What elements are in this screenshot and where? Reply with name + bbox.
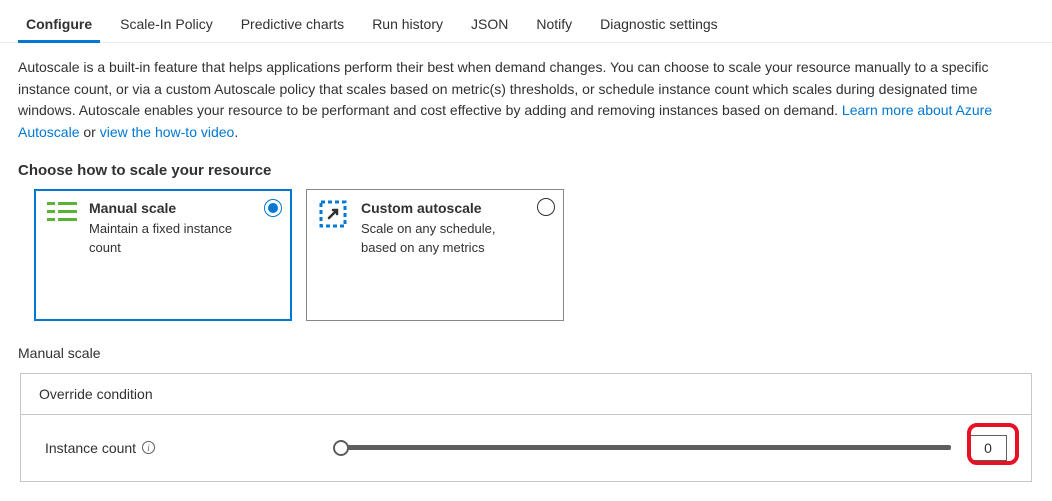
tab-scale-in-policy[interactable]: Scale-In Policy [106,8,227,42]
slider-thumb[interactable] [333,440,349,456]
custom-autoscale-card[interactable]: Custom autoscale Scale on any schedule, … [306,189,564,321]
instance-count-label-text: Instance count [45,440,136,456]
scale-choice-row: Manual scale Maintain a fixed instance c… [0,189,1052,327]
manual-scale-radio[interactable] [264,199,282,217]
custom-autoscale-radio[interactable] [537,198,555,216]
custom-autoscale-icon [319,200,349,230]
instance-count-label: Instance count i [45,440,335,456]
description-mid: or [83,124,99,140]
tab-json[interactable]: JSON [457,8,522,42]
tab-run-history[interactable]: Run history [358,8,457,42]
autoscale-description: Autoscale is a built-in feature that hel… [0,43,1052,152]
override-condition-box: Override condition Instance count i 0 [20,373,1032,482]
tabs-bar: Configure Scale-In Policy Predictive cha… [0,0,1052,43]
manual-scale-desc: Maintain a fixed instance count [89,220,257,258]
tab-diagnostic-settings[interactable]: Diagnostic settings [586,8,732,42]
description-end: . [234,124,238,140]
slider-track [335,445,951,450]
manual-scale-card[interactable]: Manual scale Maintain a fixed instance c… [34,189,292,321]
tab-predictive-charts[interactable]: Predictive charts [227,8,358,42]
manual-scale-icon [47,200,77,230]
instance-count-value[interactable]: 0 [969,435,1007,461]
custom-autoscale-title: Custom autoscale [361,200,529,216]
howto-video-link[interactable]: view the how-to video [100,124,235,140]
instance-count-slider-wrap: 0 [335,435,1007,461]
custom-autoscale-desc: Scale on any schedule, based on any metr… [361,220,529,258]
tab-notify[interactable]: Notify [522,8,586,42]
tab-configure[interactable]: Configure [12,8,106,42]
instance-count-slider[interactable] [335,440,951,456]
info-icon[interactable]: i [142,441,155,454]
manual-scale-title: Manual scale [89,200,257,216]
manual-scale-section-label: Manual scale [0,327,1052,367]
override-condition-header: Override condition [21,374,1031,415]
choose-scale-title: Choose how to scale your resource [0,152,1052,189]
override-condition-body: Instance count i 0 [21,415,1031,481]
